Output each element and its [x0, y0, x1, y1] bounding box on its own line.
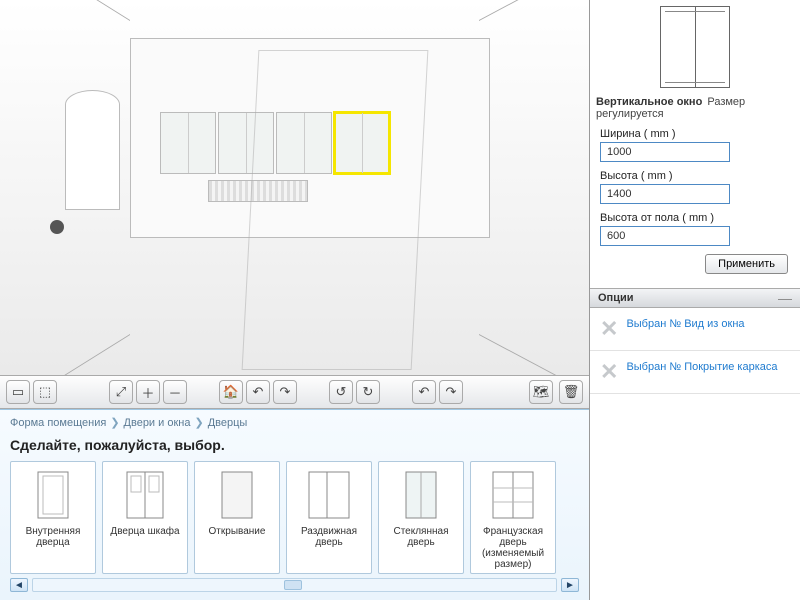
- height-field: Высота ( mm ): [600, 170, 790, 204]
- view-mode-group: ▭ ⬚: [6, 380, 57, 404]
- thumb-label: Раздвижная дверь: [291, 526, 367, 550]
- view-2d-button[interactable]: ▭: [6, 380, 30, 404]
- height-label: Высота ( mm ): [600, 170, 790, 182]
- thumb-label: Открывание: [209, 526, 266, 550]
- rotate-left-button[interactable]: ↺: [329, 380, 353, 404]
- crumb-level-3[interactable]: Дверцы: [208, 417, 248, 429]
- view-3d-button[interactable]: ⬚: [33, 380, 57, 404]
- catalog-panel: Форма помещения ❯ Двери и окна ❯ Дверцы …: [0, 409, 589, 600]
- scroll-left-button[interactable]: ◄: [10, 578, 28, 592]
- thumb-scrollbar: ◄ ►: [10, 578, 579, 592]
- remove-option-icon[interactable]: ✕: [600, 318, 618, 340]
- window-preview-icon: [660, 6, 730, 88]
- window-3[interactable]: [276, 112, 332, 174]
- options-header[interactable]: Опции —: [590, 288, 800, 308]
- floor-height-label: Высота от пола ( mm ): [600, 212, 790, 224]
- thumb-label: Внутренняя дверца: [15, 526, 91, 550]
- app-root: ▭ ⬚ ⤢ ＋ － 🏠 ↶ ↷ ↺ ↻ ↶ ↷: [0, 0, 800, 600]
- floor-height-input[interactable]: [600, 226, 730, 246]
- height-input[interactable]: [600, 184, 730, 204]
- zoom-in-button[interactable]: ＋: [136, 380, 160, 404]
- left-pane: ▭ ⬚ ⤢ ＋ － 🏠 ↶ ↷ ↺ ↻ ↶ ↷: [0, 0, 590, 600]
- apply-button[interactable]: Применить: [705, 254, 788, 274]
- delete-button[interactable]: 🗑: [559, 380, 583, 404]
- rotate-group-2: ↶ ↷: [412, 380, 463, 404]
- thumbs-wrap: Внутренняя дверца Дверца шкафа Открывани…: [10, 461, 579, 592]
- home-button[interactable]: 🏠: [219, 380, 243, 404]
- option-row-frame: ✕ Выбран № Покрытие каркаса: [590, 351, 800, 394]
- width-input[interactable]: [600, 142, 730, 162]
- catalog-prompt: Сделайте, пожалуйста, выбор.: [10, 437, 579, 453]
- properties-panel: Вертикальное окно Размер регулируется Ши…: [590, 0, 800, 288]
- scroll-track[interactable]: [32, 578, 557, 592]
- zoom-fit-button[interactable]: ⤢: [109, 380, 133, 404]
- thumb-french-door[interactable]: Французская дверь (изменяемый размер): [470, 461, 556, 574]
- object-title: Вертикальное окно: [596, 96, 702, 108]
- toolbar: ▭ ⬚ ⤢ ＋ － 🏠 ↶ ↷ ↺ ↻ ↶ ↷: [0, 375, 589, 409]
- option-link-view[interactable]: Выбран № Вид из окна: [626, 318, 744, 330]
- undo-button[interactable]: ↶: [246, 380, 270, 404]
- nav-group: 🏠 ↶ ↷: [219, 380, 297, 404]
- thumb-sliding-door[interactable]: Раздвижная дверь: [286, 461, 372, 574]
- window-4-selected[interactable]: [334, 112, 390, 174]
- zoom-out-button[interactable]: －: [163, 380, 187, 404]
- scroll-right-button[interactable]: ►: [561, 578, 579, 592]
- crumb-level-2[interactable]: Двери и окна: [124, 417, 191, 429]
- floor-height-field: Высота от пола ( mm ): [600, 212, 790, 246]
- window-1[interactable]: [160, 112, 216, 174]
- rotate-right-button[interactable]: ↻: [356, 380, 380, 404]
- door-knob-icon: [50, 220, 64, 234]
- breadcrumb: Форма помещения ❯ Двери и окна ❯ Дверцы: [10, 416, 579, 429]
- option-row-view: ✕ Выбран № Вид из окна: [590, 308, 800, 351]
- collapse-icon[interactable]: —: [778, 290, 792, 306]
- chevron-right-icon: ❯: [194, 416, 203, 429]
- thumb-label: Французская дверь (изменяемый размер): [475, 526, 551, 570]
- ceiling-left: [40, 0, 130, 100]
- floor-right: [479, 175, 569, 375]
- door-thumbnails: Внутренняя дверца Дверца шкафа Открывани…: [10, 461, 579, 574]
- width-label: Ширина ( mm ): [600, 128, 790, 140]
- rotate-group: ↺ ↻: [329, 380, 380, 404]
- option-link-frame[interactable]: Выбран № Покрытие каркаса: [626, 361, 777, 373]
- thumb-interior-door[interactable]: Внутренняя дверца: [10, 461, 96, 574]
- windows-group: [160, 112, 392, 174]
- radiator-object[interactable]: [208, 180, 308, 202]
- crumb-level-1[interactable]: Форма помещения: [10, 417, 106, 429]
- thumb-glass-door[interactable]: Стеклянная дверь: [378, 461, 464, 574]
- minimap-button[interactable]: 🗺: [529, 380, 553, 404]
- thumb-opening[interactable]: Открывание: [194, 461, 280, 574]
- right-pane: Вертикальное окно Размер регулируется Ши…: [590, 0, 800, 600]
- apply-row: Применить: [596, 246, 794, 282]
- room-scene: [40, 20, 569, 335]
- scroll-thumb[interactable]: [284, 580, 302, 590]
- chevron-right-icon: ❯: [110, 416, 119, 429]
- viewport-3d[interactable]: [0, 0, 589, 375]
- orbit-right-button[interactable]: ↷: [439, 380, 463, 404]
- zoom-group: ⤢ ＋ －: [109, 380, 187, 404]
- thumb-closet-door[interactable]: Дверца шкафа: [102, 461, 188, 574]
- orbit-left-button[interactable]: ↶: [412, 380, 436, 404]
- ceiling-right: [479, 0, 569, 100]
- options-title: Опции: [598, 292, 634, 304]
- window-2[interactable]: [218, 112, 274, 174]
- remove-option-icon[interactable]: ✕: [600, 361, 618, 383]
- redo-button[interactable]: ↷: [273, 380, 297, 404]
- width-field: Ширина ( mm ): [600, 128, 790, 162]
- object-title-row: Вертикальное окно Размер регулируется: [596, 96, 794, 120]
- thumb-label: Стеклянная дверь: [383, 526, 459, 550]
- door-object[interactable]: [65, 90, 120, 210]
- thumb-label: Дверца шкафа: [110, 526, 179, 550]
